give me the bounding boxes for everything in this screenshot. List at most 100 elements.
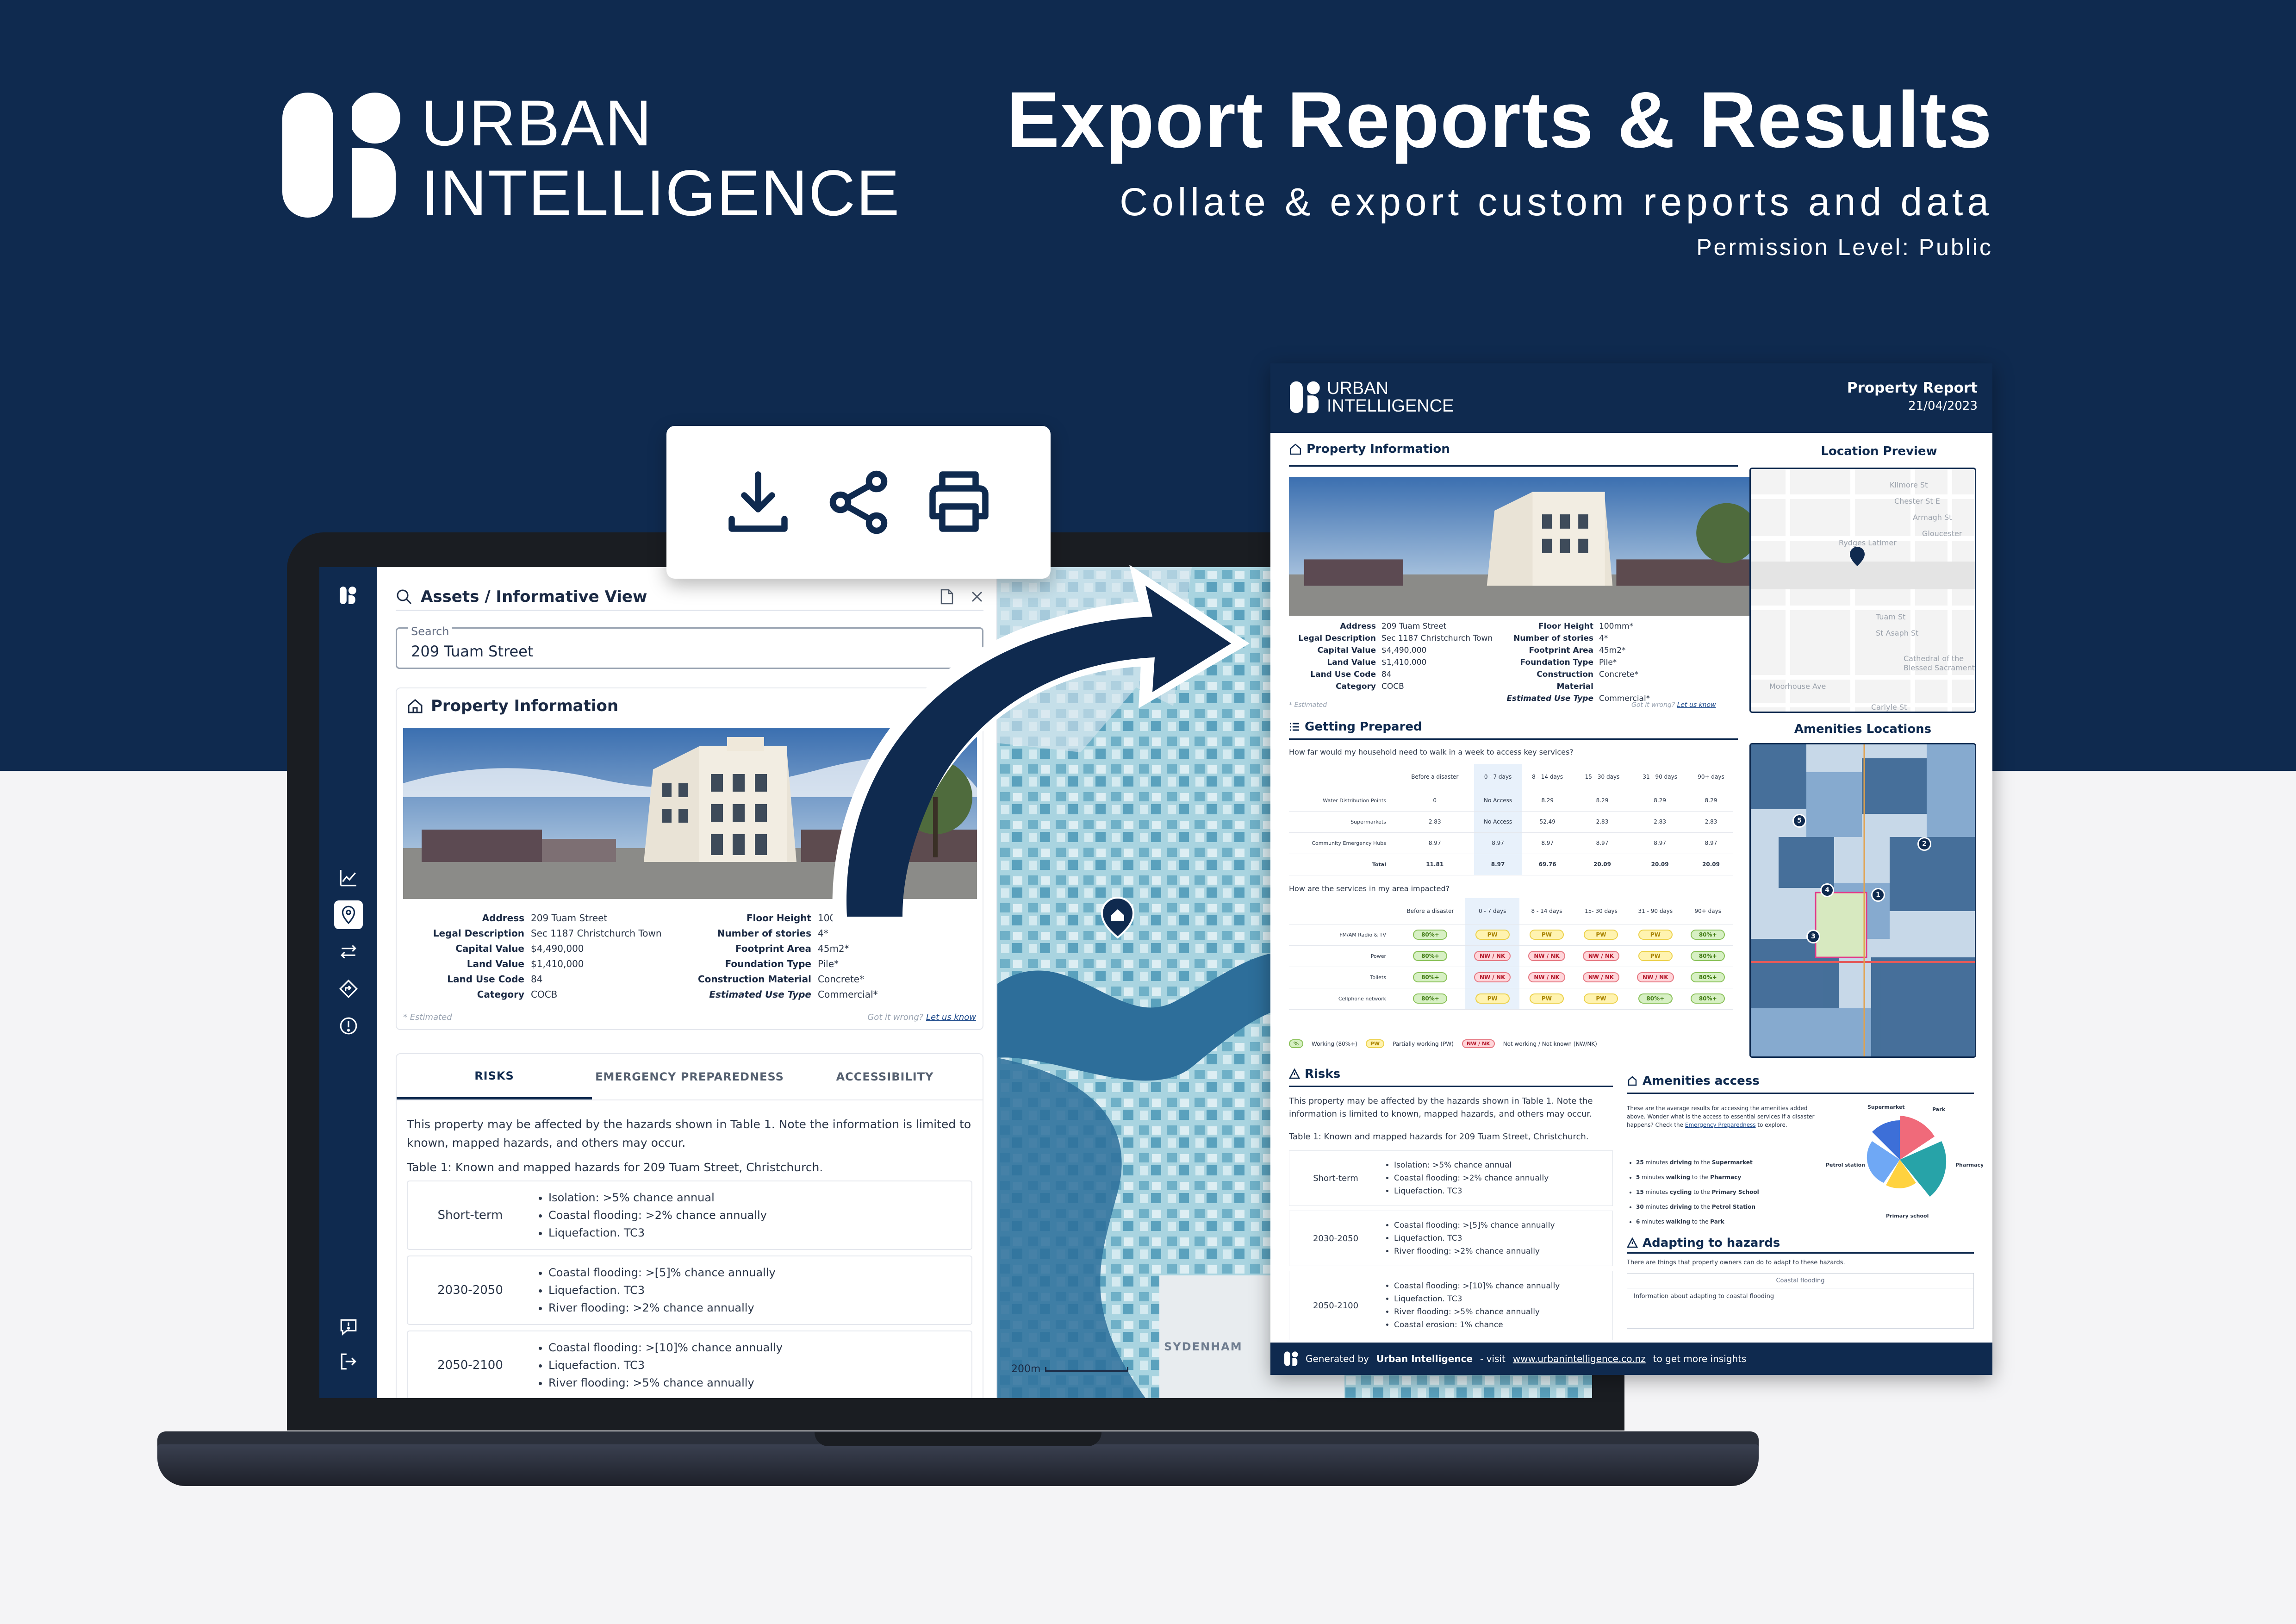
amenity-marker[interactable]: 1: [1871, 888, 1885, 902]
report-rule: [1289, 738, 1738, 740]
print-icon: [929, 471, 989, 532]
alert-icon[interactable]: [334, 1012, 363, 1040]
feedback-note: Got it wrong? Let us know: [867, 1012, 976, 1022]
search-field[interactable]: Search: [396, 625, 983, 669]
risk-tabs-card: RISKS EMERGENCY PREPAREDNESS ACCESSIBILI…: [396, 1053, 983, 1398]
transfer-icon[interactable]: [334, 937, 363, 966]
status-pill: 80%+: [1413, 930, 1448, 940]
amenities-list: 25 minutes driving to the Supermarket 5 …: [1627, 1155, 1759, 1229]
assets-panel: Assets / Informative View Search Propert…: [377, 567, 997, 1398]
risk-row: Short-term Isolation: >5% chance annualC…: [407, 1181, 972, 1250]
gp-walk-table: Before a disaster 0 - 7 days 8 - 14 days…: [1289, 764, 1733, 875]
app-logo-icon[interactable]: [334, 581, 363, 610]
tab-emergency-preparedness[interactable]: EMERGENCY PREPAREDNESS: [592, 1054, 787, 1099]
warning-icon: [1289, 1068, 1300, 1079]
risk-row: 2030-2050 Coastal flooding: >[5]% chance…: [407, 1255, 972, 1325]
emergency-preparedness-link[interactable]: Emergency Preparedness: [1685, 1122, 1756, 1128]
table-row: Toilets 80%+ NW / NK NW / NK NW / NK NW / NK 8…: [1289, 967, 1733, 988]
footer-link[interactable]: www.urbanintelligence.co.nz: [1513, 1353, 1646, 1364]
adapting-text: There are things that property owners ca…: [1627, 1259, 1845, 1266]
location-pin-icon[interactable]: [334, 900, 363, 929]
adapting-box-title: Coastal flooding: [1627, 1274, 1973, 1288]
location-preview-title: Location Preview: [1821, 444, 1937, 458]
status-pill: NW / NK: [1582, 972, 1620, 982]
risk-period: 2050-2100: [437, 1358, 503, 1372]
adapting-box-body: Information about adapting to coastal fl…: [1634, 1293, 1774, 1300]
adapting-box: Coastal flooding Information about adapt…: [1627, 1273, 1974, 1329]
svg-text:Supermarket: Supermarket: [1867, 1104, 1905, 1110]
getting-prepared-title: Getting Prepared: [1289, 720, 1422, 734]
list-item: 15 minutes cycling to the Primary School: [1636, 1185, 1759, 1199]
search-icon: [397, 589, 412, 604]
map-suburb-label: SYDENHAM: [1164, 1340, 1243, 1353]
map-scale-label: 200m: [1011, 1363, 1041, 1375]
brand-line-2: INTELLIGENCE: [421, 156, 901, 230]
map-scale: 200m: [1011, 1363, 1129, 1375]
property-report: URBAN INTELLIGENCE Property Report 21/04…: [1270, 363, 1992, 1375]
risk-period: 2030-2050: [437, 1283, 503, 1297]
tab-risks[interactable]: RISKS: [397, 1054, 592, 1099]
home-icon: [1289, 443, 1301, 455]
risk-items: Coastal flooding: >[5]% chance annuallyL…: [533, 1264, 776, 1317]
status-pill: PW: [1475, 993, 1510, 1004]
gp-services-table: Before a disaster 0 - 7 days 8 - 14 days…: [1289, 898, 1733, 1010]
amenity-marker[interactable]: 5: [1792, 814, 1806, 828]
download-button[interactable]: [721, 465, 795, 539]
amenity-marker[interactable]: 4: [1820, 883, 1834, 897]
directions-icon[interactable]: [334, 974, 363, 1003]
share-button[interactable]: [821, 465, 896, 539]
status-pill: 80%+: [1413, 951, 1448, 961]
page-subheadline: Collate & export custom reports and data: [1120, 180, 1993, 224]
gp-question-services: How are the services in my area impacted…: [1289, 884, 1450, 893]
export-toolbar: [666, 426, 1051, 579]
status-pill: PW: [1530, 993, 1564, 1004]
risk-items: Coastal flooding: >[10]% chance annually…: [533, 1339, 783, 1392]
report-risk-row: 2030-2050 Coastal flooding: >[5]% chance…: [1289, 1211, 1613, 1266]
feedback-question: Got it wrong?: [867, 1012, 924, 1022]
status-pill: 80%+: [1413, 972, 1448, 982]
feedback-icon[interactable]: [334, 1312, 363, 1341]
search-input[interactable]: [411, 643, 966, 660]
risk-items: Isolation: >5% chance annualCoastal floo…: [533, 1189, 767, 1242]
property-photo: [403, 728, 977, 899]
status-pill: NW / NK: [1528, 951, 1565, 961]
report-property-title: Property Information: [1289, 442, 1450, 456]
table-row: Community Emergency Hubs 8.97 8.97 8.97 8.9…: [1289, 832, 1733, 854]
list-icon: [1290, 723, 1299, 731]
report-feedback-link[interactable]: Let us know: [1677, 701, 1716, 709]
status-pill: NW / NK: [1474, 951, 1511, 961]
property-info-card: Property Information Address 209 Tuam St…: [396, 687, 983, 1030]
list-item: 25 minutes driving to the Supermarket: [1636, 1155, 1759, 1170]
report-estimated-note: * Estimated: [1289, 701, 1327, 709]
status-pill: 80%+: [1638, 993, 1673, 1004]
chart-icon[interactable]: [334, 863, 363, 892]
logout-icon[interactable]: [334, 1347, 363, 1376]
status-pill: 80%+: [1691, 930, 1725, 940]
close-icon[interactable]: [971, 590, 983, 603]
amenities-locations-title: Amenities Locations: [1794, 722, 1932, 736]
estimated-note: * Estimated: [403, 1012, 452, 1022]
svg-text:Primary school: Primary school: [1886, 1213, 1929, 1219]
amenities-icon: [1628, 1076, 1637, 1086]
list-item: 6 minutes walking to the Park: [1636, 1214, 1759, 1229]
report-rule: [1627, 1252, 1974, 1254]
table-row: Supermarkets 2.83 No Access 52.49 2.83 2.83 2…: [1289, 811, 1733, 833]
svg-text:Pharmacy: Pharmacy: [1955, 1162, 1983, 1168]
list-item: 30 minutes driving to the Petrol Station: [1636, 1199, 1759, 1214]
feedback-link[interactable]: Let us know: [926, 1012, 976, 1022]
status-pill: NW / NK: [1528, 972, 1565, 982]
status-pill: PW: [1530, 930, 1564, 940]
status-pill: PW: [1584, 930, 1618, 940]
table-row: FM/AM Radio & TV 80%+ PW PW PW PW 80%+: [1289, 924, 1733, 946]
tab-accessibility[interactable]: ACCESSIBILITY: [787, 1054, 983, 1099]
status-pill: PW: [1638, 951, 1673, 961]
status-pill: PW: [1584, 993, 1618, 1004]
brand-line-1: URBAN: [421, 87, 653, 159]
page-headline: Export Reports & Results: [1006, 75, 1993, 164]
amenities-rose-chart: Supermarket Park Petrol station Pharmacy…: [1826, 1104, 1983, 1219]
print-button[interactable]: [922, 465, 996, 539]
amenity-marker[interactable]: 2: [1917, 837, 1931, 851]
logo-icon: [282, 93, 400, 218]
document-icon[interactable]: [940, 589, 954, 605]
amenity-marker[interactable]: 3: [1806, 930, 1820, 943]
